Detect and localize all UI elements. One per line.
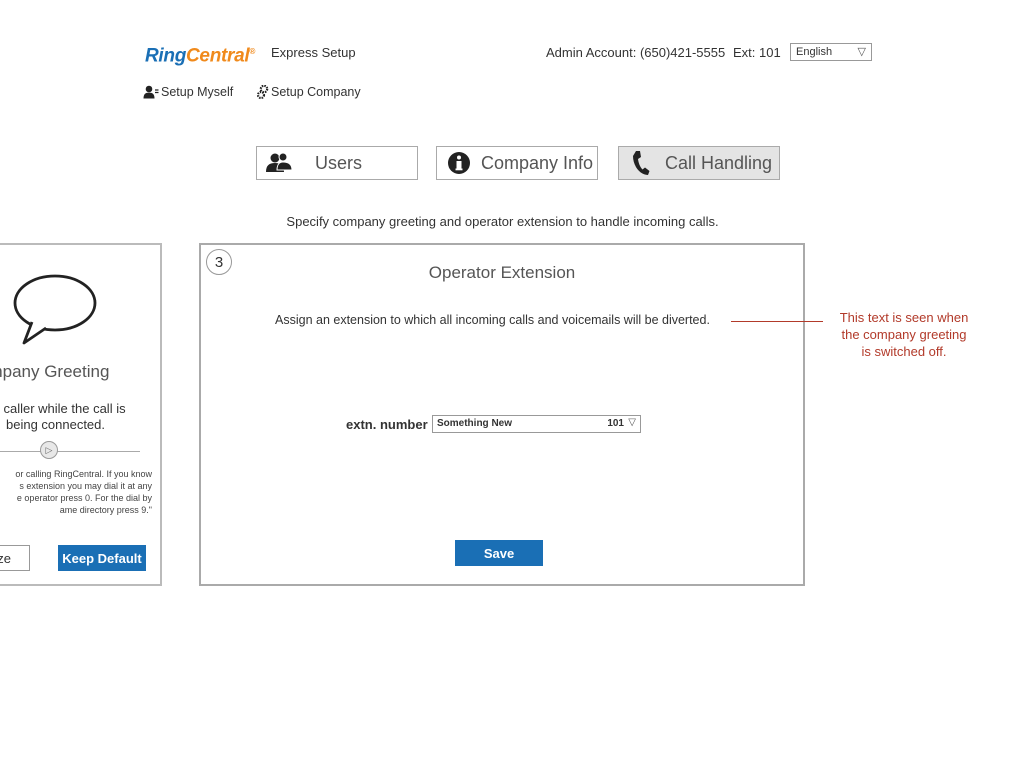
greeting-quote-line: ame directory press 9." bbox=[59, 505, 152, 515]
users-icon bbox=[257, 152, 301, 174]
tab-company-info[interactable]: Company Info bbox=[436, 146, 598, 180]
setup-myself-link[interactable]: Setup Myself bbox=[143, 85, 233, 99]
tab-call-handling-label: Call Handling bbox=[665, 152, 773, 173]
setup-company-label: Setup Company bbox=[271, 85, 361, 99]
audio-progress-track bbox=[0, 451, 140, 452]
tab-call-handling[interactable]: Call Handling bbox=[618, 146, 780, 180]
keep-default-button[interactable]: Keep Default bbox=[58, 545, 146, 571]
operator-extension-card: 3 Operator Extension Assign an extension… bbox=[199, 243, 805, 586]
instruction-text: Specify company greeting and operator ex… bbox=[286, 214, 719, 229]
customize-button[interactable]: nize bbox=[0, 545, 30, 571]
language-select[interactable]: English ▽ bbox=[790, 43, 872, 61]
user-icon bbox=[143, 85, 159, 99]
logo-ring-text: Ring bbox=[145, 45, 187, 67]
extension-select-number: 101 bbox=[607, 418, 624, 429]
greeting-description: he caller while the call is being connec… bbox=[0, 401, 153, 433]
language-value: English bbox=[796, 46, 833, 58]
company-greeting-card: ompany Greeting he caller while the call… bbox=[0, 243, 162, 586]
ringcentral-logo: RingCentral® bbox=[145, 41, 255, 67]
setup-company-link[interactable]: Setup Company bbox=[257, 85, 361, 99]
admin-account: Admin Account: (650)421-5555 bbox=[546, 45, 726, 60]
annotation-line: the company greeting bbox=[841, 327, 967, 342]
play-icon[interactable]: ▷ bbox=[40, 441, 58, 459]
annotation-line: This text is seen when bbox=[839, 310, 969, 325]
tab-users-label: Users bbox=[315, 152, 363, 173]
logo-central-text: Central bbox=[186, 45, 250, 67]
operator-description: Assign an extension to which all incomin… bbox=[275, 313, 710, 327]
extension-select-name: Something New bbox=[437, 418, 513, 429]
product-name: Express Setup bbox=[271, 45, 356, 60]
greeting-quote: or calling RingCentral. If you know s ex… bbox=[0, 468, 152, 516]
setup-myself-label: Setup Myself bbox=[161, 85, 234, 99]
admin-extension: Ext: 101 bbox=[733, 45, 781, 60]
tab-users[interactable]: Users bbox=[256, 146, 418, 180]
save-button[interactable]: Save bbox=[455, 540, 543, 566]
speech-bubble-icon bbox=[13, 274, 97, 345]
greeting-title: ompany Greeting bbox=[0, 362, 110, 381]
annotation-note: This text is seen when the company greet… bbox=[824, 309, 984, 360]
greeting-quote-line: s extension you may dial it at any bbox=[19, 481, 152, 491]
operator-title: Operator Extension bbox=[428, 263, 576, 282]
gears-icon bbox=[257, 85, 269, 99]
greeting-quote-line: e operator press 0. For the dial by bbox=[16, 493, 152, 503]
greeting-quote-line: or calling RingCentral. If you know bbox=[15, 469, 152, 479]
greeting-description-line: being connected. bbox=[5, 417, 106, 432]
greeting-description-line: he caller while the call is bbox=[0, 401, 126, 416]
dropdown-arrow-icon: ▽ bbox=[628, 417, 636, 428]
dropdown-arrow-icon: ▽ bbox=[857, 46, 866, 58]
info-icon bbox=[437, 151, 481, 175]
extn-number-label: extn. number bbox=[346, 417, 428, 432]
tab-company-info-label: Company Info bbox=[481, 152, 594, 173]
extension-select[interactable]: Something New 101 ▽ bbox=[432, 415, 641, 433]
phone-icon bbox=[619, 150, 663, 176]
trademark-icon: ® bbox=[249, 47, 255, 56]
annotation-connector-line bbox=[731, 321, 823, 322]
annotation-line: is switched off. bbox=[861, 344, 947, 359]
